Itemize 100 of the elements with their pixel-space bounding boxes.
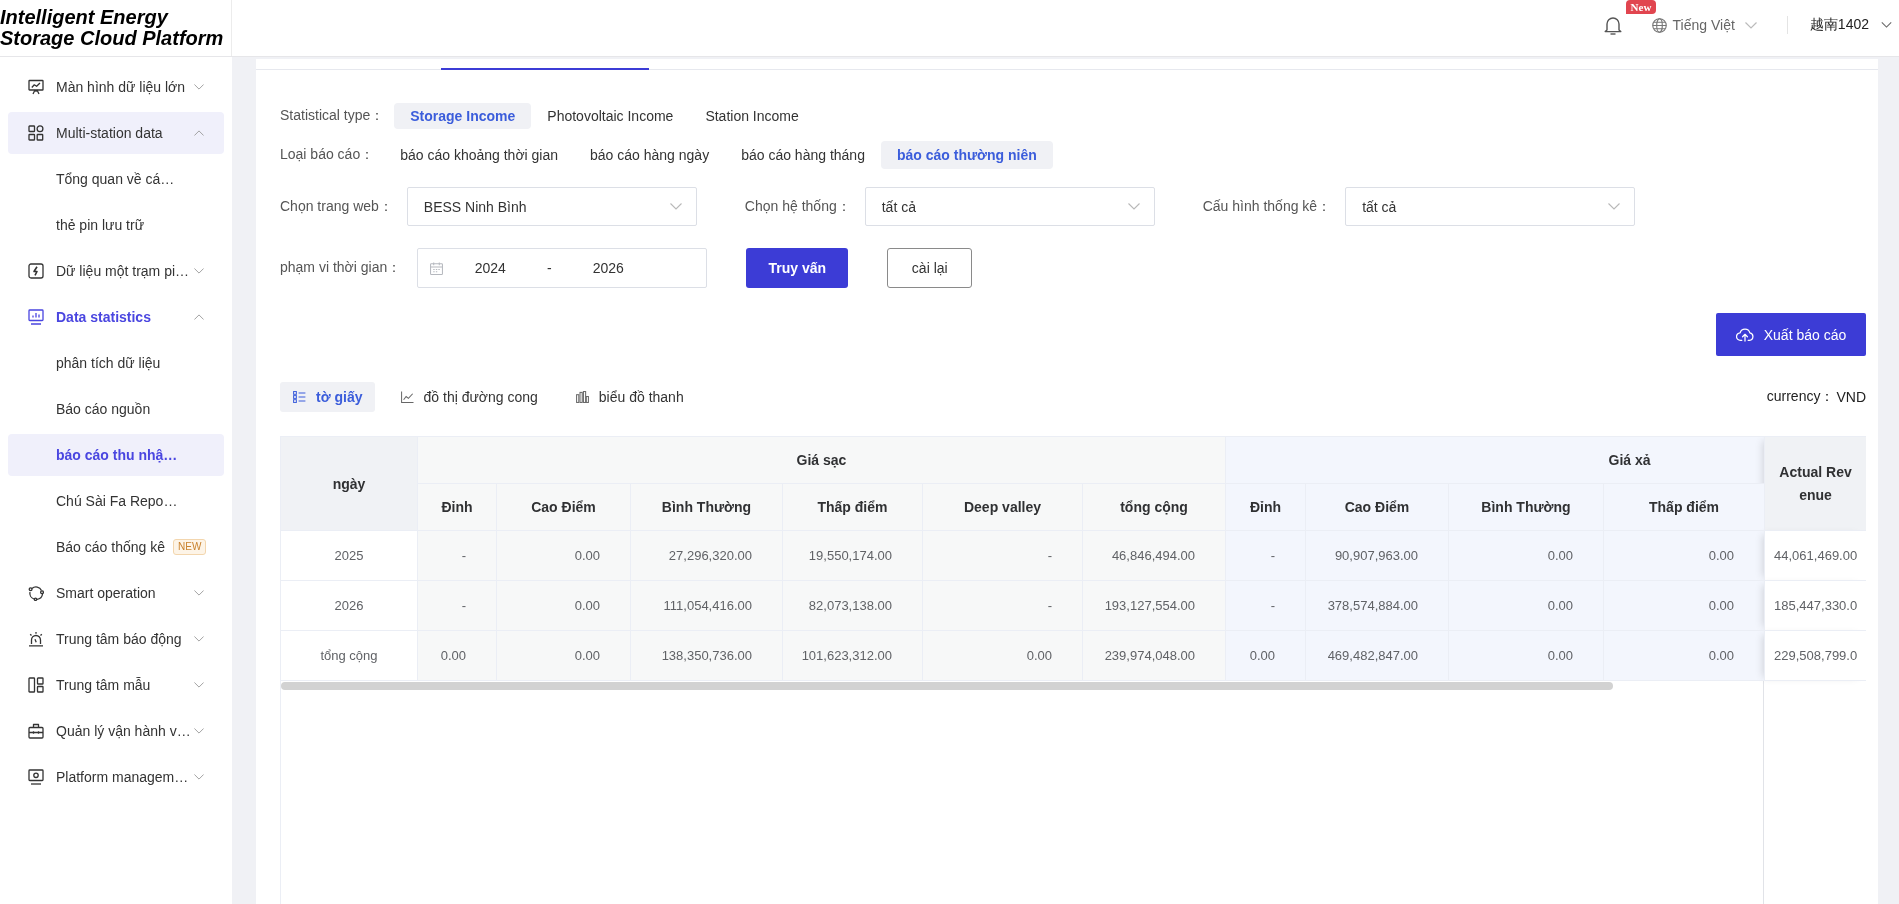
- sidebar-item[interactable]: Data statistics: [8, 296, 224, 338]
- table-header-cell: Actual Revenue: [1764, 436, 1866, 531]
- table-cell: tổng cộng: [281, 630, 418, 681]
- table-cell: -: [1225, 530, 1306, 581]
- view-tab[interactable]: biểu đồ thanh: [562, 382, 696, 412]
- sidebar-subitem[interactable]: phân tích dữ liệu: [8, 342, 224, 384]
- sidebar-subitem[interactable]: Báo cáo nguồn: [8, 388, 224, 430]
- column-group-header: Giá xả: [1225, 436, 1765, 484]
- table-cell: 44,061,469.00: [1764, 530, 1866, 581]
- table-cell: -: [922, 530, 1083, 581]
- report-type-tab[interactable]: báo cáo hàng tháng: [725, 141, 881, 169]
- globe-icon: [1651, 17, 1667, 33]
- table-cell: 101,623,312.00: [782, 630, 923, 681]
- monitor-icon: [28, 769, 44, 785]
- lightning-square-icon: [28, 263, 44, 279]
- filter-label: phạm vi thời gian：: [280, 259, 402, 277]
- language-selector[interactable]: Tiếng Việt: [1651, 17, 1757, 33]
- table-cell: -: [922, 580, 1083, 631]
- sidebar-item[interactable]: Dữ liệu một trạm pi…: [8, 250, 224, 292]
- currency-label: currency：: [1766, 388, 1835, 406]
- report-type-tab[interactable]: báo cáo khoảng thời gian: [384, 141, 575, 169]
- export-button[interactable]: Xuất báo cáo: [1716, 313, 1866, 356]
- sidebar-item[interactable]: Quản lý vận hành v…: [8, 710, 224, 752]
- bell-icon[interactable]: [1603, 15, 1622, 35]
- table-cell: 0.00: [1603, 630, 1765, 681]
- sidebar-item[interactable]: Platform managem…: [8, 756, 224, 798]
- statistical-type-tab[interactable]: Storage Income: [394, 103, 532, 129]
- bar-chart-icon: [575, 391, 589, 403]
- table-cell: 0.00: [1448, 630, 1604, 681]
- list-icon: [293, 391, 306, 403]
- table-cell: 0.00: [1225, 630, 1306, 681]
- table-cell: 469,482,847.00: [1305, 630, 1449, 681]
- chevron-down-icon: [1127, 203, 1140, 210]
- table-cell: 0.00: [1603, 580, 1765, 631]
- table-cell: 46,846,494.00: [1082, 530, 1226, 581]
- table-cell: 138,350,736.00: [630, 630, 783, 681]
- table-header-cell: Đỉnh: [417, 483, 497, 531]
- table-cell: 27,296,320.00: [630, 530, 783, 581]
- reset-button[interactable]: cài lại: [887, 248, 973, 288]
- table-cell: 2025: [281, 530, 418, 581]
- table-header-cell: Thấp điểm: [782, 483, 923, 531]
- select-field[interactable]: tất cả: [1345, 187, 1636, 226]
- sidebar-item[interactable]: Màn hình dữ liệu lớn: [8, 66, 224, 108]
- loop-nodes-icon: [28, 585, 44, 601]
- select-field[interactable]: BESS Ninh Bình: [406, 187, 697, 226]
- sidebar-subitem[interactable]: báo cáo thu nhậ…: [8, 434, 224, 476]
- table-cell: -: [1225, 580, 1306, 631]
- sidebar-item[interactable]: Multi-station data: [8, 112, 224, 154]
- table-cell: 0.00: [496, 580, 631, 631]
- filter-label: Loại báo cáo：: [280, 146, 375, 164]
- table-cell: -: [417, 580, 497, 631]
- filter-label: Chọn hệ thống：: [744, 197, 851, 216]
- sidebar-item[interactable]: Trung tâm mẫu: [8, 664, 224, 706]
- query-button[interactable]: Truy vấn: [746, 248, 849, 288]
- layout-icon: [28, 677, 44, 693]
- column-group-header: Giá sạc: [417, 436, 1226, 484]
- view-tab[interactable]: đồ thị đường cong: [387, 382, 550, 412]
- filter-label: Cấu hình thống kê：: [1202, 197, 1332, 216]
- table-cell: 193,127,554.00: [1082, 580, 1226, 631]
- table-header-cell: ngày: [281, 436, 418, 531]
- table-cell: 82,073,138.00: [782, 580, 923, 631]
- table-cell: 0.00: [922, 630, 1083, 681]
- table-cell: 19,550,174.00: [782, 530, 923, 581]
- monitor-chart-icon: [28, 309, 44, 325]
- sidebar-item[interactable]: Trung tâm báo động: [8, 618, 224, 660]
- presentation-board-icon: [28, 79, 44, 95]
- table-cell: 90,907,963.00: [1305, 530, 1449, 581]
- table-cell: 2026: [281, 580, 418, 631]
- chevron-down-icon: [1881, 22, 1892, 28]
- new-badge: NEW: [173, 539, 207, 555]
- statistical-type-tab[interactable]: Photovoltaic Income: [531, 103, 690, 129]
- sidebar-subitem[interactable]: Chú Sài Fa Repo…: [8, 480, 224, 522]
- cloud-upload-icon: [1735, 327, 1754, 342]
- table-header-cell: Bình Thường: [1448, 483, 1604, 531]
- table-cell: 185,447,330.0: [1764, 580, 1866, 631]
- table-header-cell: Thấp điểm: [1603, 483, 1765, 531]
- user-menu[interactable]: 越南1402: [1809, 16, 1892, 34]
- grid-icon: [28, 125, 44, 141]
- table-header-cell: Deep valley: [922, 483, 1083, 531]
- view-tab[interactable]: tờ giấy: [280, 382, 375, 412]
- chevron-down-icon: [1744, 21, 1757, 29]
- report-type-tab[interactable]: báo cáo thường niên: [880, 141, 1053, 169]
- table-cell: 0.00: [1603, 530, 1765, 581]
- sidebar-subitem[interactable]: Tổng quan về cá…: [8, 158, 224, 200]
- sidebar-subitem[interactable]: thẻ pin lưu trữ: [8, 204, 224, 246]
- new-badge: New: [1625, 0, 1657, 14]
- select-field[interactable]: tất cả: [864, 187, 1155, 226]
- filter-label: Statistical type：: [280, 107, 385, 125]
- calendar-icon: [430, 261, 444, 275]
- date-range-field[interactable]: 2024 - 2026: [417, 248, 708, 288]
- scrollbar-thumb[interactable]: [281, 682, 1613, 690]
- table-header-cell: tổng cộng: [1082, 483, 1226, 531]
- sidebar-subitem[interactable]: Báo cáo thống kê NEW: [8, 526, 224, 568]
- statistical-type-tab[interactable]: Station Income: [689, 103, 815, 129]
- table-cell: 239,974,048.00: [1082, 630, 1226, 681]
- report-type-tab[interactable]: báo cáo hàng ngày: [574, 141, 726, 169]
- table-header-cell: Bình Thường: [630, 483, 783, 531]
- table-cell: 0.00: [1448, 580, 1604, 631]
- chevron-down-icon: [669, 203, 682, 210]
- sidebar-item[interactable]: Smart operation: [8, 572, 224, 614]
